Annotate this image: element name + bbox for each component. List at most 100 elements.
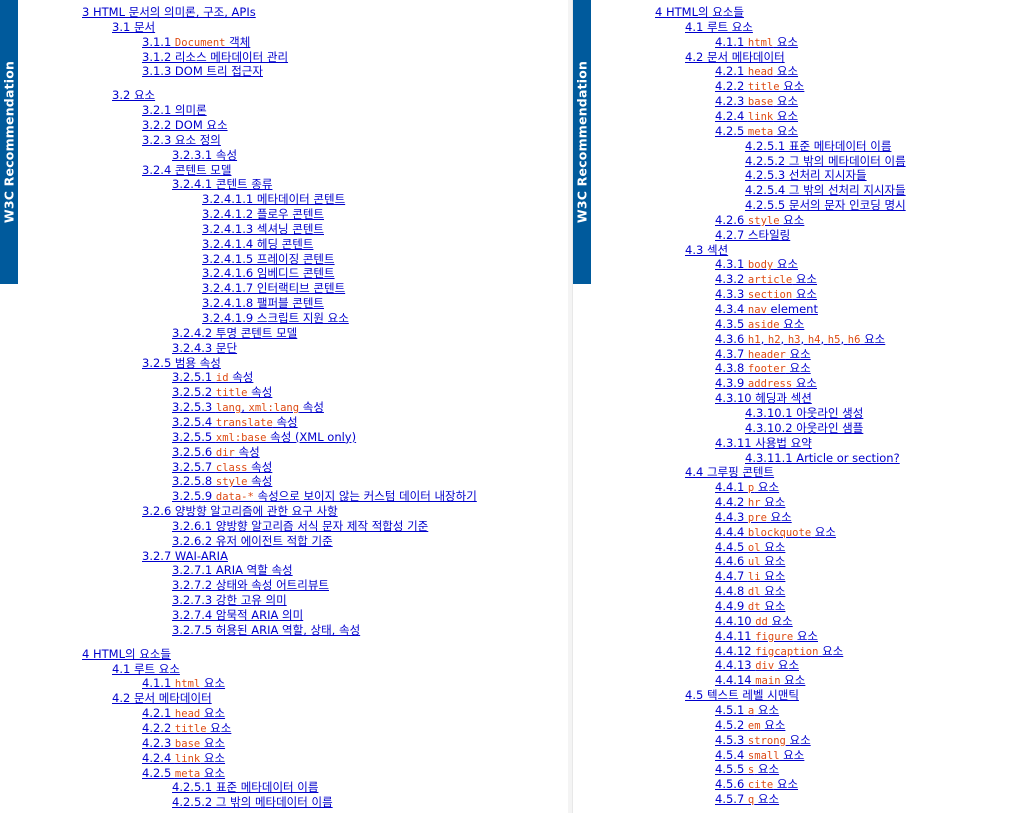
toc-link[interactable]: 4.2.5.2 그 밖의 메타데이터 이름 <box>745 154 906 168</box>
toc-link[interactable]: 3.2.3.1 속성 <box>172 148 237 162</box>
toc-link[interactable]: 3.2.4 콘텐트 모델 <box>142 163 231 177</box>
toc-link[interactable]: 3.2.2 DOM 요소 <box>142 118 228 132</box>
toc-link[interactable]: 4.5.2 em 요소 <box>715 718 785 732</box>
toc-link[interactable]: 4.3.10.2 아웃라인 샘플 <box>745 421 863 435</box>
toc-link[interactable]: 4.2.3 base 요소 <box>715 94 798 108</box>
toc-link[interactable]: 3.2.5.9 data-* 속성으로 보이지 않는 커스텀 데이터 내장하기 <box>172 489 477 503</box>
toc-link[interactable]: 3.2.4.1.2 플로우 콘텐트 <box>202 207 324 221</box>
toc-link[interactable]: 4.3.11 사용법 요약 <box>715 436 812 450</box>
toc-link[interactable]: 4.2 문서 메타데이터 <box>685 50 785 64</box>
toc-link[interactable]: 4.2.5 meta 요소 <box>715 124 798 138</box>
toc-link[interactable]: 3.2.7.5 허용된 ARIA 역할, 상태, 속성 <box>172 623 360 637</box>
toc-link[interactable]: 4.3.5 aside 요소 <box>715 317 804 331</box>
toc-link[interactable]: 4.3.10 헤딩과 섹션 <box>715 391 812 405</box>
toc-link[interactable]: 4.2.4 link 요소 <box>715 109 798 123</box>
toc-link[interactable]: 3.1.2 리소스 메타데이터 관리 <box>142 50 288 64</box>
toc-link[interactable]: 3.2.6 양방향 알고리즘에 관한 요구 사항 <box>142 504 338 518</box>
toc-link[interactable]: 3.2.7.3 강한 고유 의미 <box>172 593 287 607</box>
toc-link[interactable]: 4.2.5.5 문서의 문자 인코딩 명시 <box>745 198 906 212</box>
toc-link[interactable]: 4.3.10.1 아웃라인 생성 <box>745 406 863 420</box>
toc-link[interactable]: 3.2.5.1 id 속성 <box>172 370 253 384</box>
toc-link[interactable]: 4.2.5.3 선처리 지시자들 <box>745 168 867 182</box>
toc-link[interactable]: 3.2.7.1 ARIA 역할 속성 <box>172 563 293 577</box>
toc-link[interactable]: 4.3.8 footer 요소 <box>715 361 811 375</box>
toc-link[interactable]: 3.2.6.2 유저 에이전트 적합 기준 <box>172 534 333 548</box>
toc-link[interactable]: 4.3.7 header 요소 <box>715 347 811 361</box>
toc-link[interactable]: 4.4.5 ol 요소 <box>715 540 785 554</box>
toc-link[interactable]: 4.2.1 head 요소 <box>142 706 225 720</box>
toc-link[interactable]: 4.5.6 cite 요소 <box>715 777 798 791</box>
toc-link[interactable]: 4.3.2 article 요소 <box>715 272 817 286</box>
toc-link[interactable]: 3.2.4.1.7 인터랙티브 콘텐트 <box>202 281 345 295</box>
toc-link[interactable]: 3.2.5.5 xml:base 속성 (XML only) <box>172 430 356 444</box>
toc-link[interactable]: 4.2.4 link 요소 <box>142 751 225 765</box>
toc-link[interactable]: 3.1.1 Document 객체 <box>142 35 250 49</box>
toc-link[interactable]: 3.2.6.1 양방향 알고리즘 서식 문자 제작 적합성 기준 <box>172 519 428 533</box>
toc-link[interactable]: 4.4.7 li 요소 <box>715 569 785 583</box>
toc-link[interactable]: 3.2.3 요소 정의 <box>142 133 221 147</box>
toc-link[interactable]: 3.1.3 DOM 트리 접근자 <box>142 64 263 78</box>
toc-link[interactable]: 3.2.5.8 style 속성 <box>172 474 272 488</box>
toc-link[interactable]: 4.1 루트 요소 <box>685 20 753 34</box>
toc-link[interactable]: 3.2.4.1.1 메타데이터 콘텐트 <box>202 192 345 206</box>
toc-link[interactable]: 4.2.5.4 그 밖의 선처리 지시자들 <box>745 183 906 197</box>
toc-link[interactable]: 4 HTML의 요소들 <box>655 5 744 19</box>
toc-link[interactable]: 4.5.5 s 요소 <box>715 762 779 776</box>
toc-link[interactable]: 4.4.2 hr 요소 <box>715 495 785 509</box>
toc-link[interactable]: 4.2.6 style 요소 <box>715 213 804 227</box>
toc-link[interactable]: 4.4.11 figure 요소 <box>715 629 818 643</box>
toc-link[interactable]: 4.1 루트 요소 <box>112 662 180 676</box>
toc-link[interactable]: 3.2.4.1.9 스크립트 지원 요소 <box>202 311 349 325</box>
toc-link[interactable]: 3.2.5.2 title 속성 <box>172 385 272 399</box>
toc-link[interactable]: 3.1 문서 <box>112 20 155 34</box>
toc-link[interactable]: 4.2 문서 메타데이터 <box>112 691 212 705</box>
toc-link[interactable]: 4.2.7 스타일링 <box>715 228 790 242</box>
toc-link[interactable]: 3.2.5 범용 속성 <box>142 356 221 370</box>
toc-link[interactable]: 4.5.7 q 요소 <box>715 792 779 806</box>
toc-link[interactable]: 3.2.5.3 lang, xml:lang 속성 <box>172 400 324 414</box>
toc-link[interactable]: 3.2.4.1.4 헤딩 콘텐트 <box>202 237 313 251</box>
toc-link[interactable]: 4.2.1 head 요소 <box>715 64 798 78</box>
toc-link[interactable]: 4.1.1 html 요소 <box>142 676 225 690</box>
toc-link[interactable]: 3.2.4.2 투명 콘텐트 모델 <box>172 326 297 340</box>
toc-link[interactable]: 4.5.1 a 요소 <box>715 703 779 717</box>
toc-link[interactable]: 4.2.3 base 요소 <box>142 736 225 750</box>
toc-link[interactable]: 4.3 섹션 <box>685 243 728 257</box>
toc-link[interactable]: 4.3.6 h1, h2, h3, h4, h5, h6 요소 <box>715 332 885 346</box>
toc-link[interactable]: 3.2.5.6 dir 속성 <box>172 445 260 459</box>
toc-link[interactable]: 4.2.5.2 그 밖의 메타데이터 이름 <box>172 795 333 809</box>
toc-link[interactable]: 4.4.14 main 요소 <box>715 673 805 687</box>
toc-link[interactable]: 3.2.4.1.3 섹셔닝 콘텐트 <box>202 222 324 236</box>
toc-link[interactable]: 3.2.4.1 콘텐트 종류 <box>172 177 272 191</box>
toc-link[interactable]: 4.2.5.1 표준 메타데이터 이름 <box>172 780 318 794</box>
toc-link[interactable]: 4.4.10 dd 요소 <box>715 614 793 628</box>
toc-link[interactable]: 3.2.5.4 translate 속성 <box>172 415 298 429</box>
toc-link[interactable]: 4.2.5.1 표준 메타데이터 이름 <box>745 139 891 153</box>
toc-link[interactable]: 4.4.12 figcaption 요소 <box>715 644 843 658</box>
toc-link[interactable]: 4.1.1 html 요소 <box>715 35 798 49</box>
toc-link[interactable]: 3 HTML 문서의 의미론, 구조, APIs <box>82 5 256 19</box>
toc-link[interactable]: 4 HTML의 요소들 <box>82 647 171 661</box>
toc-link[interactable]: 4.2.5 meta 요소 <box>142 766 225 780</box>
toc-link[interactable]: 4.4.6 ul 요소 <box>715 554 785 568</box>
toc-link[interactable]: 4.4 그루핑 콘텐트 <box>685 465 774 479</box>
toc-link[interactable]: 4.3.11.1 Article or section? <box>745 451 900 465</box>
toc-link[interactable]: 4.2.2 title 요소 <box>142 721 231 735</box>
toc-link[interactable]: 4.2.2 title 요소 <box>715 79 804 93</box>
toc-link[interactable]: 4.3.3 section 요소 <box>715 287 817 301</box>
toc-link[interactable]: 4.5 텍스트 레벨 시맨틱 <box>685 688 799 702</box>
toc-link[interactable]: 4.4.1 p 요소 <box>715 480 779 494</box>
toc-link[interactable]: 4.5.3 strong 요소 <box>715 733 811 747</box>
toc-link[interactable]: 3.2.4.3 문단 <box>172 341 237 355</box>
toc-link[interactable]: 4.3.4 nav element <box>715 302 818 316</box>
toc-link[interactable]: 4.3.1 body 요소 <box>715 257 798 271</box>
toc-link[interactable]: 4.4.4 blockquote 요소 <box>715 525 836 539</box>
toc-link[interactable]: 4.4.8 dl 요소 <box>715 584 785 598</box>
toc-link[interactable]: 4.3.9 address 요소 <box>715 376 817 390</box>
toc-link[interactable]: 3.2 요소 <box>112 88 155 102</box>
toc-link[interactable]: 3.2.7 WAI-ARIA <box>142 549 228 563</box>
toc-link[interactable]: 3.2.4.1.5 프레이징 콘텐트 <box>202 252 335 266</box>
toc-link[interactable]: 3.2.7.4 암묵적 ARIA 의미 <box>172 608 303 622</box>
toc-link[interactable]: 4.4.9 dt 요소 <box>715 599 785 613</box>
toc-link[interactable]: 3.2.7.2 상태와 속성 어트리뷰트 <box>172 578 329 592</box>
